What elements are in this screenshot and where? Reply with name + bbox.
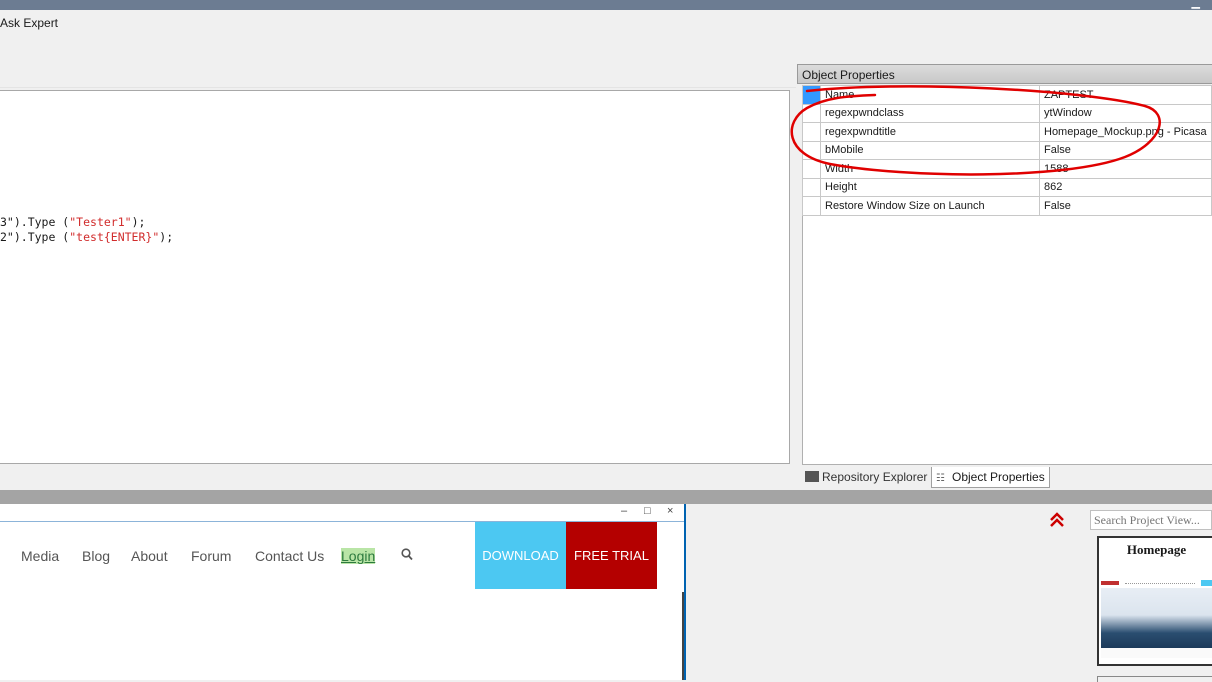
code-editor[interactable]: 3").Type ("Tester1"); 2").Type ("test{EN… — [0, 90, 790, 464]
close-icon[interactable]: × — [667, 505, 673, 517]
panel-divider[interactable] — [0, 490, 1212, 504]
row-selector[interactable] — [802, 196, 821, 216]
object-properties-panel: Object Properties Name ZAPTEST regexpwndc… — [797, 62, 1212, 490]
property-value[interactable]: 862 — [1039, 177, 1212, 197]
maximize-icon[interactable]: □ — [644, 505, 651, 517]
property-row[interactable]: Width 1588 — [802, 159, 1212, 179]
property-row[interactable]: bMobile False — [802, 140, 1212, 160]
panel-title: Object Properties — [797, 64, 1212, 84]
property-name: Width — [820, 159, 1040, 179]
thumbnail-title: Homepage — [1126, 542, 1187, 557]
code-string: "test{ENTER}" — [69, 230, 160, 244]
property-name: bMobile — [820, 140, 1040, 160]
tab-label: Object Properties — [952, 470, 1045, 484]
property-value[interactable]: ZAPTEST — [1039, 85, 1212, 105]
thumbnail-nav — [1125, 583, 1195, 584]
tab-label: Repository Explorer — [822, 470, 928, 484]
panel-tabs: Repository Explorer ☷ Object Properties — [797, 466, 1212, 490]
download-button[interactable]: DOWNLOAD — [475, 522, 566, 589]
nav-login[interactable]: Login — [341, 548, 376, 564]
property-row[interactable]: Name ZAPTEST — [802, 85, 1212, 105]
code-line-2: 2").Type ("test{ENTER}"); — [0, 230, 173, 244]
property-value[interactable]: 1588 — [1039, 159, 1212, 179]
thumbnail-image — [1099, 562, 1212, 662]
property-name: regexpwndclass — [820, 103, 1040, 123]
property-name: regexpwndtitle — [820, 122, 1040, 142]
title-bar: ▁ — [0, 0, 1212, 10]
editor-header — [0, 62, 796, 88]
row-selector[interactable] — [802, 140, 821, 160]
project-view-panel: Homepage — [688, 504, 1212, 682]
logo — [1101, 581, 1119, 585]
nav-media[interactable]: Media — [21, 548, 59, 564]
tab-repository-explorer[interactable]: Repository Explorer — [801, 467, 931, 488]
property-row[interactable]: regexpwndclass ytWindow — [802, 103, 1212, 123]
minimize-icon[interactable]: – — [621, 505, 627, 517]
nav-blog[interactable]: Blog — [82, 548, 110, 564]
row-selector[interactable] — [802, 122, 821, 142]
menu-ask-expert[interactable]: Ask Expert — [0, 16, 58, 30]
nav-about[interactable]: About — [131, 548, 168, 564]
property-value[interactable]: False — [1039, 196, 1212, 216]
property-name: Height — [820, 177, 1040, 197]
free-trial-button[interactable]: FREE TRIAL — [566, 522, 657, 589]
thumbnail-button — [1201, 580, 1212, 586]
search-icon[interactable] — [401, 548, 413, 564]
nav-contact-us[interactable]: Contact Us — [255, 548, 324, 564]
code-token: 2").Type ( — [0, 230, 70, 244]
property-value[interactable]: Homepage_Mockup.png - Picasa — [1039, 122, 1212, 142]
page-thumbnail[interactable]: Homepage — [1097, 536, 1212, 666]
property-name: Restore Window Size on Launch — [820, 196, 1040, 216]
browser-scrollbar[interactable] — [682, 592, 684, 680]
property-row[interactable]: Height 862 — [802, 177, 1212, 197]
project-search-input[interactable] — [1090, 510, 1212, 530]
properties-grid: Name ZAPTEST regexpwndclass ytWindow regex… — [802, 85, 1212, 216]
code-token: ); — [131, 215, 146, 229]
window-maximize-icon[interactable]: ▁ — [1192, 0, 1200, 9]
menu-bar: Ask Expert — [0, 10, 1212, 62]
row-selector[interactable] — [802, 159, 821, 179]
chevron-double-up-icon[interactable] — [1049, 512, 1065, 531]
row-selector[interactable] — [802, 85, 821, 105]
property-value[interactable]: ytWindow — [1039, 103, 1212, 123]
code-line-1: 3").Type ("Tester1"); — [0, 215, 145, 229]
property-name: Name — [820, 85, 1040, 105]
code-token: ); — [159, 230, 174, 244]
thumbnail-hero — [1101, 588, 1212, 648]
properties-icon: ☷ — [936, 473, 945, 484]
property-row[interactable]: Restore Window Size on Launch False — [802, 196, 1212, 216]
row-selector[interactable] — [802, 103, 821, 123]
repository-icon — [805, 471, 819, 482]
thumbnail-footer — [1101, 648, 1212, 658]
editor-footer — [0, 464, 796, 490]
property-value[interactable]: False — [1039, 140, 1212, 160]
property-row[interactable]: regexpwndtitle Homepage_Mockup.png - Pica… — [802, 122, 1212, 142]
browser-title-bar: – □ × — [0, 504, 684, 522]
code-string: "Tester1" — [69, 215, 132, 229]
tab-object-properties[interactable]: ☷ Object Properties — [931, 467, 1050, 488]
page-thumbnail-next[interactable] — [1097, 676, 1212, 682]
code-token: 3").Type ( — [0, 215, 70, 229]
browser-window: – □ × Media Blog About Forum Contact Us … — [0, 504, 686, 680]
nav-forum[interactable]: Forum — [191, 548, 231, 564]
row-selector[interactable] — [802, 177, 821, 197]
